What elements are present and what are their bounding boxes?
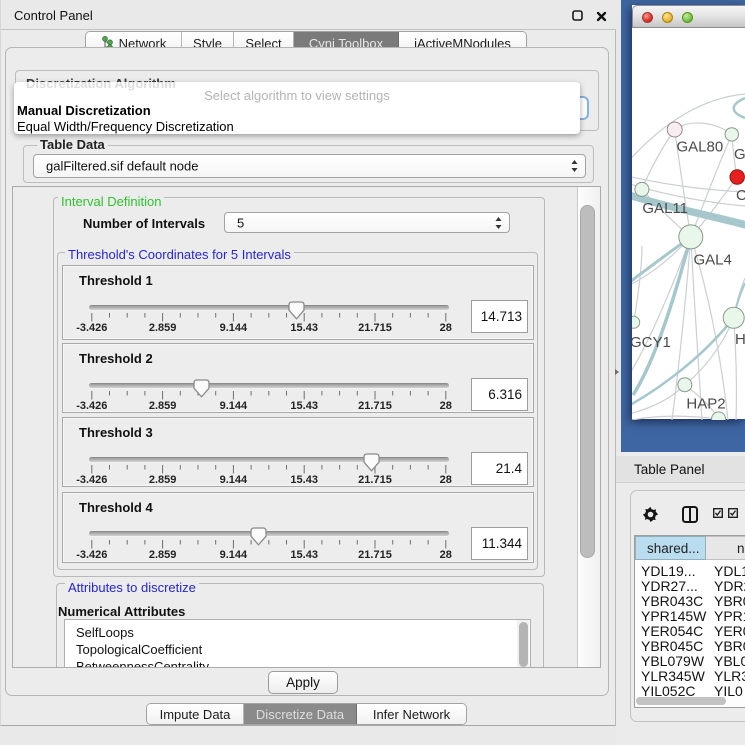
svg-text:GAL11: GAL11 (642, 200, 688, 217)
svg-text:HAP2: HAP2 (686, 396, 725, 413)
svg-text:H: H (735, 331, 745, 348)
svg-text:G: G (734, 146, 745, 163)
svg-text:GAL80: GAL80 (677, 139, 724, 156)
svg-text:GAL4: GAL4 (694, 252, 732, 269)
svg-text:C: C (736, 187, 745, 204)
svg-text:GCY1: GCY1 (632, 334, 671, 351)
